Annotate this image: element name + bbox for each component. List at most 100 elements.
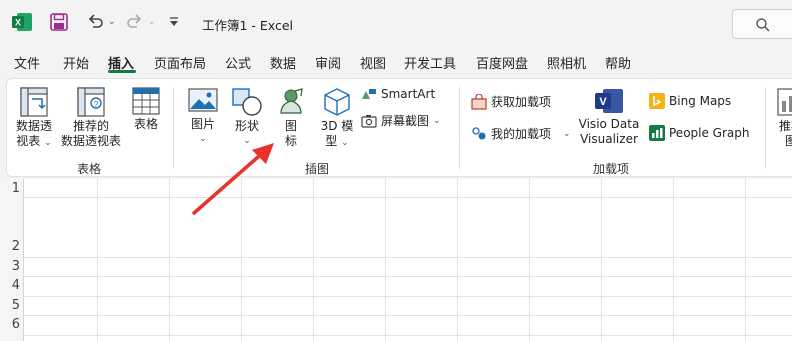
row-number-3[interactable]: 3 xyxy=(0,259,20,274)
addins-group-label: 加载项 xyxy=(593,162,630,176)
bing-icon xyxy=(649,93,665,109)
save-icon[interactable] xyxy=(50,13,68,31)
grid-row-line xyxy=(24,276,792,277)
my-addins-label: 我的加载项 xyxy=(491,127,552,141)
grid-column-line xyxy=(169,179,170,341)
row-number-5[interactable]: 5 xyxy=(0,298,20,313)
grid-column-line xyxy=(97,179,98,341)
visio-data-visualizer-button[interactable]: V Visio Data Visualizer xyxy=(573,87,645,147)
grid-row-line xyxy=(24,296,792,297)
tab-camera[interactable]: 照相机 xyxy=(547,53,586,72)
my-addins-icon xyxy=(472,126,486,139)
row-number-6[interactable]: 6 xyxy=(0,317,20,332)
grid-row-line xyxy=(24,315,792,316)
screenshot-button[interactable]: 屏幕截图 ⌄ xyxy=(361,112,441,129)
3d-models-label-1: 3D 模 xyxy=(320,119,354,133)
row-headers: 1 2 3 4 5 6 xyxy=(0,179,24,341)
ribbon-panel: 数据透 视表 ⌄ ? 推荐的 数据透视表 表格 表格 图片 ⌄ 形状 ⌄ 图 标… xyxy=(6,78,792,177)
bing-maps-button[interactable]: Bing Maps xyxy=(649,93,731,109)
grid-column-line xyxy=(385,179,386,341)
smartart-button[interactable]: SmartArt xyxy=(361,87,435,101)
icons-label-1: 图 xyxy=(284,119,297,133)
grid-row-line xyxy=(24,335,792,336)
tab-review[interactable]: 审阅 xyxy=(315,53,341,72)
pivot-table-icon xyxy=(20,87,48,117)
undo-dropdown-icon[interactable]: ⌄ xyxy=(108,17,116,27)
customize-toolbar-icon[interactable] xyxy=(168,16,180,28)
pivot-table-button[interactable]: 数据透 视表 ⌄ xyxy=(11,87,57,151)
table-button[interactable]: 表格 xyxy=(127,87,165,132)
shapes-icon xyxy=(232,88,262,116)
tab-formulas[interactable]: 公式 xyxy=(225,53,251,72)
people-graph-label: People Graph xyxy=(669,126,750,140)
excel-logo-icon: X xyxy=(12,13,32,31)
grid-column-line xyxy=(313,179,314,341)
undo-icon[interactable] xyxy=(86,13,104,31)
recommended-charts-button[interactable]: 推荐 图 xyxy=(771,87,792,149)
recommended-pivot-label-1: 推荐的 xyxy=(72,119,109,133)
pictures-label: 图片 xyxy=(190,117,215,131)
pictures-button[interactable]: 图片 ⌄ xyxy=(185,87,221,147)
tab-view[interactable]: 视图 xyxy=(360,53,386,72)
title-bar: X ⌄ ⌄ 工作簿1 - Excel xyxy=(0,0,792,46)
tab-baidu-netdisk[interactable]: 百度网盘 xyxy=(476,53,528,72)
visio-label-1: Visio Data xyxy=(578,117,640,131)
active-tab-indicator xyxy=(108,70,136,73)
pivot-table-label-2: 视表 ⌄ xyxy=(16,134,52,148)
tab-home[interactable]: 开始 xyxy=(63,53,89,72)
recommended-charts-label-1: 推荐 xyxy=(778,119,792,133)
bing-maps-label: Bing Maps xyxy=(669,94,732,108)
shapes-label: 形状 xyxy=(234,119,259,133)
get-addins-label: 获取加载项 xyxy=(491,95,552,109)
recommended-pivot-icon: ? xyxy=(77,87,105,117)
tables-group-label: 表格 xyxy=(77,162,102,176)
row-number-1[interactable]: 1 xyxy=(0,181,20,196)
tab-developer[interactable]: 开发工具 xyxy=(404,53,456,72)
people-graph-button[interactable]: People Graph xyxy=(649,125,750,141)
grid-column-line xyxy=(529,179,530,341)
redo-icon[interactable] xyxy=(126,13,144,31)
worksheet-grid[interactable]: 1 2 3 4 5 6 xyxy=(0,179,792,341)
recommended-charts-icon xyxy=(777,88,792,116)
grid-row-line xyxy=(24,197,792,198)
grid-row-line xyxy=(24,257,792,258)
tab-help[interactable]: 帮助 xyxy=(605,53,631,72)
tab-page-layout[interactable]: 页面布局 xyxy=(154,53,206,72)
grid-column-line xyxy=(601,179,602,341)
svg-text:X: X xyxy=(15,18,21,28)
group-separator xyxy=(173,87,174,169)
svg-text:?: ? xyxy=(94,100,99,109)
illustrations-group-label: 插图 xyxy=(305,162,330,176)
icons-icon xyxy=(280,88,303,114)
redo-dropdown-icon[interactable]: ⌄ xyxy=(148,17,156,27)
visio-label-2: Visualizer xyxy=(580,132,638,146)
screenshot-icon xyxy=(361,114,377,128)
svg-text:V: V xyxy=(599,96,607,108)
screenshot-label: 屏幕截图 xyxy=(381,114,430,128)
group-separator xyxy=(765,87,766,169)
3d-models-button[interactable]: 3D 模 型 ⌄ xyxy=(315,87,359,151)
tab-file[interactable]: 文件 xyxy=(14,53,40,72)
grid-column-line xyxy=(457,179,458,341)
tab-data[interactable]: 数据 xyxy=(270,53,296,72)
my-addins-button[interactable]: 我的加载项 ⌄ xyxy=(471,125,571,142)
pivot-table-label-1: 数据透 xyxy=(15,119,52,133)
picture-icon xyxy=(188,88,218,112)
search-icon xyxy=(756,18,770,32)
cube-icon xyxy=(324,88,350,116)
smartart-label: SmartArt xyxy=(381,87,436,101)
group-separator xyxy=(459,87,460,169)
visio-icon: V xyxy=(595,89,623,113)
3d-models-label-2: 型 ⌄ xyxy=(325,134,349,148)
row-number-4[interactable]: 4 xyxy=(0,278,20,293)
recommended-pivot-label-2: 数据透视表 xyxy=(60,134,121,148)
search-box[interactable] xyxy=(732,9,792,39)
store-icon xyxy=(471,93,487,110)
get-addins-button[interactable]: 获取加载项 xyxy=(471,93,551,110)
screenshot-dropdown-icon: ⌄ xyxy=(433,115,441,126)
row-number-2[interactable]: 2 xyxy=(0,239,20,254)
annotation-arrow-icon xyxy=(192,143,274,215)
my-addins-dropdown-icon: ⌄ xyxy=(563,128,571,139)
table-label: 表格 xyxy=(133,117,158,131)
recommended-pivot-button[interactable]: ? 推荐的 数据透视表 xyxy=(59,87,123,149)
